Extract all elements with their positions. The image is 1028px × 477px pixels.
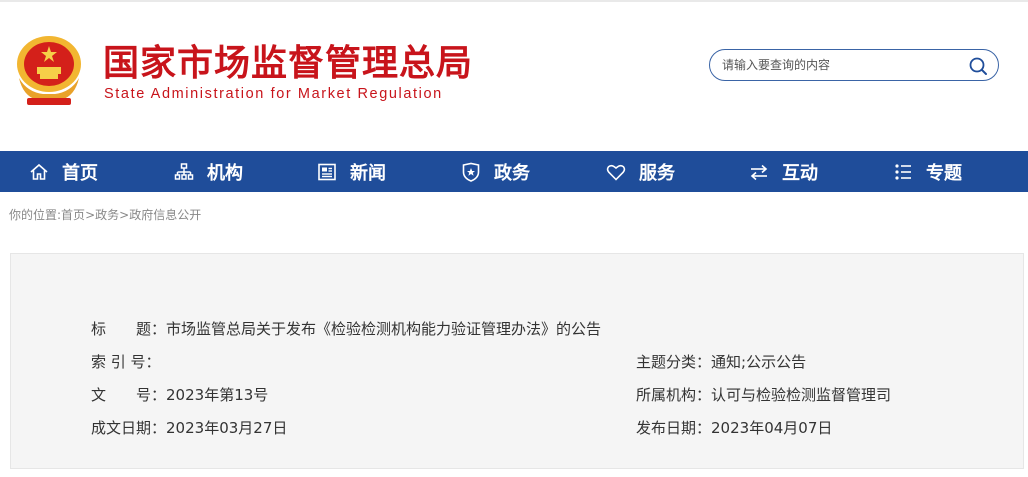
- nav-label-topics: 专题: [926, 162, 962, 184]
- doc-topic-value: 通知;公示公告: [711, 353, 807, 371]
- exchange-arrows-icon: [750, 164, 768, 180]
- heart-icon: [606, 164, 626, 181]
- breadcrumb-link-home[interactable]: 首页: [61, 208, 85, 222]
- nav-label-org: 机构: [207, 162, 243, 184]
- newspaper-icon: [318, 163, 336, 180]
- nav-label-home: 首页: [62, 162, 98, 184]
- nav-item-news[interactable]: 新闻: [316, 151, 386, 192]
- nav-label-service: 服务: [639, 162, 675, 184]
- home-icon: [30, 163, 48, 180]
- doc-org-value: 认可与检验检测监督管理司: [711, 386, 892, 404]
- breadcrumb-prefix: 你的位置:: [9, 208, 62, 222]
- doc-number-label: 文 号：: [91, 386, 167, 404]
- breadcrumb-separator: >: [119, 208, 130, 222]
- doc-written-date-label: 成文日期：: [91, 419, 167, 437]
- doc-topic-label: 主题分类：: [636, 353, 712, 371]
- breadcrumb-link-gov-info[interactable]: 政府信息公开: [129, 208, 201, 222]
- doc-publish-date-value: 2023年04月07日: [711, 419, 833, 437]
- doc-title-row: 标 题：市场监管总局关于发布《检验检测机构能力验证管理办法》的公告: [91, 318, 601, 339]
- doc-number-value: 2023年第13号: [166, 386, 269, 404]
- shield-icon: [462, 162, 480, 182]
- search-box: [709, 49, 999, 81]
- doc-index-label: 索 引 号：: [91, 353, 161, 371]
- site-header: 国家市场监督管理总局 State Administration for Mark…: [0, 2, 1028, 150]
- doc-org-row: 所属机构：认可与检验检测监督管理司: [636, 384, 891, 405]
- nav-item-affairs[interactable]: 政务: [460, 151, 530, 192]
- doc-number-row: 文 号：2023年第13号: [91, 384, 268, 405]
- breadcrumb: 你的位置:首页>政务>政府信息公开: [9, 206, 201, 223]
- org-chart-icon: [174, 162, 194, 180]
- nav-label-news: 新闻: [350, 162, 386, 184]
- nav-item-org[interactable]: 机构: [173, 151, 243, 192]
- doc-title-label: 标 题：: [91, 320, 167, 338]
- nav-label-interact: 互动: [782, 162, 818, 184]
- national-emblem-icon[interactable]: [13, 34, 85, 110]
- nav-label-affairs: 政务: [494, 162, 530, 184]
- topic-list-icon: [895, 163, 911, 180]
- search-input[interactable]: [722, 56, 962, 74]
- doc-title-value: 市场监管总局关于发布《检验检测机构能力验证管理办法》的公告: [166, 320, 602, 338]
- breadcrumb-link-affairs[interactable]: 政务: [95, 208, 119, 222]
- doc-publish-date-label: 发布日期：: [636, 419, 712, 437]
- site-subtitle[interactable]: State Administration for Market Regulati…: [104, 86, 443, 102]
- nav-item-service[interactable]: 服务: [605, 151, 675, 192]
- search-icon[interactable]: [968, 56, 988, 76]
- doc-index-row: 索 引 号：: [91, 351, 161, 372]
- panel-bottom-divider: [10, 468, 1024, 469]
- doc-topic-row: 主题分类：通知;公示公告: [636, 351, 806, 372]
- breadcrumb-separator: >: [85, 208, 96, 222]
- nav-item-home[interactable]: 首页: [28, 151, 98, 192]
- doc-written-date-row: 成文日期：2023年03月27日: [91, 417, 287, 438]
- nav-item-topics[interactable]: 专题: [892, 151, 962, 192]
- doc-publish-date-row: 发布日期：2023年04月07日: [636, 417, 832, 438]
- doc-written-date-value: 2023年03月27日: [166, 419, 288, 437]
- doc-org-label: 所属机构：: [636, 386, 712, 404]
- main-nav: 首页 机构 新闻 政务 服务 互动 专题: [0, 151, 1028, 192]
- site-title[interactable]: 国家市场监督管理总局: [103, 42, 473, 86]
- nav-item-interact[interactable]: 互动: [748, 151, 818, 192]
